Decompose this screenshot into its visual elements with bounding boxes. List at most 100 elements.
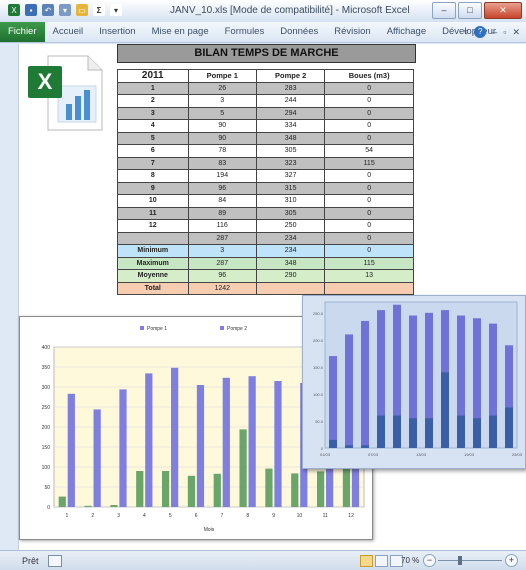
cell-pompe1[interactable]: 194 — [187, 169, 257, 183]
cell-pompe2[interactable]: 283 — [255, 81, 326, 95]
cell-pompe1[interactable]: 116 — [187, 219, 257, 233]
cell-pompe2[interactable]: 327 — [255, 169, 326, 183]
cell-boues[interactable]: 0 — [324, 219, 414, 233]
tab-donnees[interactable]: Données — [272, 22, 326, 42]
cell-pompe2[interactable]: 234 — [255, 231, 326, 245]
cell-pompe1[interactable]: 96 — [187, 269, 257, 283]
cell-pompe2[interactable]: 305 — [255, 144, 326, 158]
ribbon-close-icon[interactable]: ✕ — [512, 27, 520, 38]
cell-month[interactable]: 6 — [117, 144, 189, 158]
cell-pompe1[interactable]: 3 — [187, 244, 257, 258]
cell-pompe2[interactable]: 323 — [255, 156, 326, 170]
chart-zoom-overlay[interactable]: 0 50.0 100.0 150.0 200.0 250.0 01/03 07/03 13/03… — [302, 295, 526, 469]
cell-pompe2[interactable]: 334 — [255, 119, 326, 133]
save-icon[interactable]: ▪ — [25, 4, 37, 16]
ribbon-minimize-icon[interactable]: – — [492, 27, 497, 37]
stat-label[interactable]: Total — [117, 281, 189, 295]
cell-boues[interactable]: 0 — [324, 194, 414, 208]
cell-pompe1[interactable]: 96 — [187, 181, 257, 195]
cell-boues[interactable]: 0 — [324, 131, 414, 145]
cell-boues[interactable]: 0 — [324, 119, 414, 133]
tab-fichier[interactable]: Fichier — [0, 22, 45, 42]
macro-record-icon[interactable] — [48, 555, 62, 567]
cell-boues[interactable]: 0 — [324, 94, 414, 108]
cell-pompe2[interactable] — [255, 281, 326, 295]
maximize-button[interactable]: □ — [458, 2, 482, 19]
cell-month[interactable]: 9 — [117, 181, 189, 195]
tab-insertion[interactable]: Insertion — [91, 22, 143, 42]
cell-pompe2[interactable]: 244 — [255, 94, 326, 108]
cell-pompe2[interactable]: 305 — [255, 206, 326, 220]
cell-pompe2[interactable]: 294 — [255, 106, 326, 120]
cell-pompe1[interactable]: 84 — [187, 194, 257, 208]
sort-icon[interactable]: ▾ — [110, 4, 122, 16]
zoom-level[interactable]: 70 % — [401, 556, 419, 565]
cell-pompe2[interactable]: 348 — [255, 256, 326, 270]
cell-pompe1[interactable]: 90 — [187, 119, 257, 133]
cell-pompe1[interactable]: 287 — [187, 231, 257, 245]
cell-boues[interactable]: 0 — [324, 206, 414, 220]
cell-pompe1[interactable]: 83 — [187, 156, 257, 170]
ribbon-collapse-icon[interactable]: ▿ — [464, 27, 469, 38]
tab-revision[interactable]: Révision — [326, 22, 378, 42]
cell-month[interactable]: 1 — [117, 81, 189, 95]
ribbon-restore-icon[interactable]: ▫ — [503, 27, 506, 37]
cell-pompe1[interactable]: 3 — [187, 94, 257, 108]
cell-pompe1[interactable]: 89 — [187, 206, 257, 220]
cell-month[interactable]: 11 — [117, 206, 189, 220]
cell-boues[interactable]: 0 — [324, 81, 414, 95]
tab-mise-en-page[interactable]: Mise en page — [144, 22, 217, 42]
redo-icon[interactable]: ▾ — [59, 4, 71, 16]
stat-label[interactable]: Maximum — [117, 256, 189, 270]
cell-pompe2[interactable]: 315 — [255, 181, 326, 195]
cell-month[interactable]: 8 — [117, 169, 189, 183]
cell-month[interactable]: 7 — [117, 156, 189, 170]
zoom-slider-thumb[interactable] — [458, 556, 462, 565]
cell-month[interactable] — [117, 231, 189, 245]
cell-month[interactable]: 5 — [117, 131, 189, 145]
cell-boues[interactable]: 54 — [324, 144, 414, 158]
cell-month[interactable]: 10 — [117, 194, 189, 208]
cell-boues[interactable]: 0 — [324, 231, 414, 245]
cell-boues[interactable]: 115 — [324, 156, 414, 170]
cell-boues[interactable]: 0 — [324, 244, 414, 258]
folder-icon[interactable]: ▭ — [76, 4, 88, 16]
cell-month[interactable]: 2 — [117, 94, 189, 108]
cell-pompe2[interactable]: 250 — [255, 219, 326, 233]
close-button[interactable]: ✕ — [484, 2, 522, 19]
excel-icon[interactable]: X — [8, 4, 20, 16]
cell-boues[interactable] — [324, 281, 414, 295]
cell-pompe2[interactable]: 290 — [255, 269, 326, 283]
undo-icon[interactable]: ↶ — [42, 4, 54, 16]
zoom-slider-track[interactable] — [438, 560, 502, 561]
tab-accueil[interactable]: Accueil — [45, 22, 92, 42]
cell-pompe1[interactable]: 287 — [187, 256, 257, 270]
cell-pompe1[interactable]: 5 — [187, 106, 257, 120]
page-layout-view-button[interactable] — [375, 555, 388, 567]
cell-boues[interactable]: 0 — [324, 169, 414, 183]
cell-pompe2[interactable]: 348 — [255, 131, 326, 145]
cell-pompe1[interactable]: 78 — [187, 144, 257, 158]
zoom-in-button[interactable]: + — [505, 554, 518, 567]
tab-affichage[interactable]: Affichage — [379, 22, 434, 42]
sum-icon[interactable]: Σ — [93, 4, 105, 16]
cell-month[interactable]: 4 — [117, 119, 189, 133]
cell-month[interactable]: 12 — [117, 219, 189, 233]
cell-pompe1[interactable]: 1242 — [187, 281, 257, 295]
cell-boues[interactable]: 115 — [324, 256, 414, 270]
zoom-out-button[interactable]: − — [423, 554, 436, 567]
normal-view-button[interactable] — [360, 555, 373, 567]
cell-boues[interactable]: 0 — [324, 181, 414, 195]
cell-pompe1[interactable]: 26 — [187, 81, 257, 95]
cell-boues[interactable]: 0 — [324, 106, 414, 120]
stat-label[interactable]: Moyenne — [117, 269, 189, 283]
help-icon[interactable]: ? — [474, 26, 487, 38]
tab-formules[interactable]: Formules — [217, 22, 273, 42]
cell-boues[interactable]: 13 — [324, 269, 414, 283]
stat-label[interactable]: Minimum — [117, 244, 189, 258]
cell-pompe1[interactable]: 90 — [187, 131, 257, 145]
minimize-button[interactable]: – — [432, 2, 456, 19]
cell-month[interactable]: 3 — [117, 106, 189, 120]
cell-pompe2[interactable]: 234 — [255, 244, 326, 258]
cell-pompe2[interactable]: 310 — [255, 194, 326, 208]
